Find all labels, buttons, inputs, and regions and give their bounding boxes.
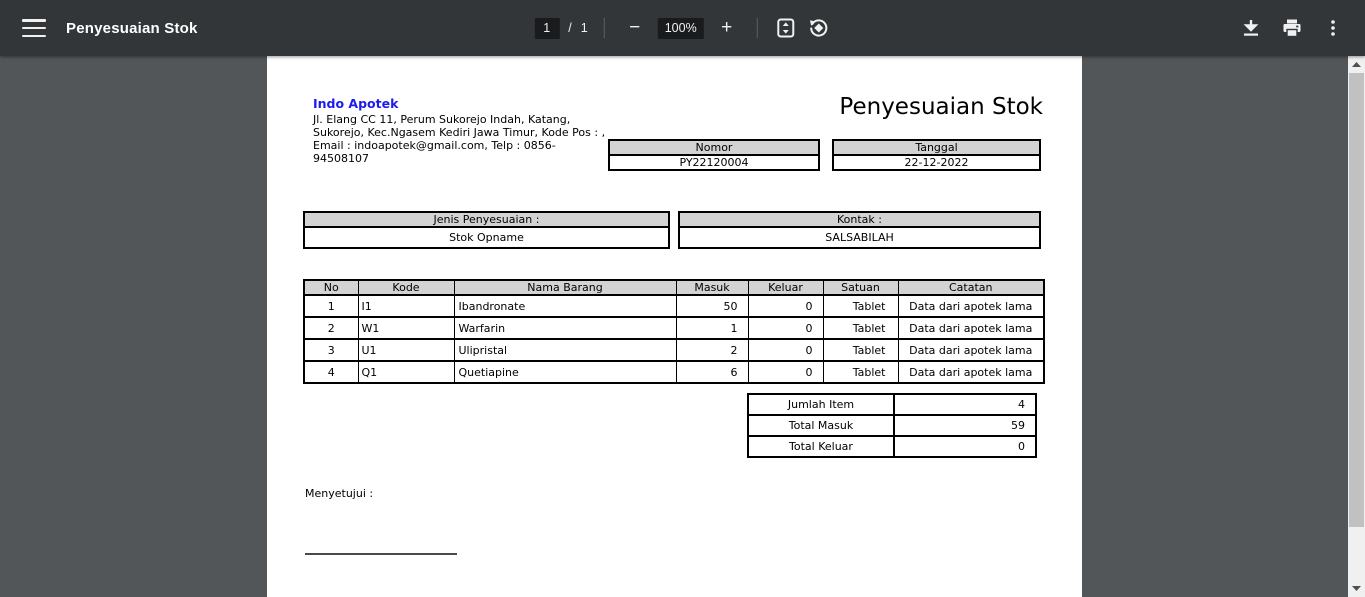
items-table: NoKodeNama BarangMasukKeluarSatuanCatata…: [303, 279, 1045, 384]
table-cell: Tablet: [823, 339, 898, 361]
total-label: Total Masuk: [748, 415, 894, 436]
document-page: Indo Apotek Jl. Elang CC 11, Perum Sukor…: [267, 56, 1082, 597]
zoom-level[interactable]: 100%: [658, 18, 704, 39]
table-cell: Tablet: [823, 317, 898, 339]
signature-line: [305, 553, 457, 555]
table-cell: Data dari apotek lama: [898, 317, 1044, 339]
nomor-label: Nomor: [609, 140, 819, 155]
zoom-in-button[interactable]: +: [713, 14, 741, 42]
more-options-icon[interactable]: [1321, 16, 1345, 40]
table-cell: 2: [304, 317, 358, 339]
nomor-value: PY22120004: [609, 155, 819, 170]
total-value: 4: [894, 394, 1036, 415]
total-value: 59: [894, 415, 1036, 436]
pdf-toolbar: Penyesuaian Stok / 1 − 100% +: [0, 0, 1365, 56]
kontak-label: Kontak :: [679, 212, 1040, 227]
tanggal-label: Tanggal: [833, 140, 1040, 155]
jenis-penyesuaian-box: Jenis Penyesuaian : Stok Opname: [303, 211, 670, 249]
report-title: Penyesuaian Stok: [839, 94, 1043, 120]
menu-icon[interactable]: [22, 19, 46, 37]
page-number-input[interactable]: [534, 18, 559, 39]
document-title: Penyesuaian Stok: [66, 20, 198, 37]
column-header: Keluar: [748, 280, 823, 295]
pdf-viewer-canvas: Indo Apotek Jl. Elang CC 11, Perum Sukor…: [0, 56, 1348, 597]
table-cell: Ulipristal: [454, 339, 676, 361]
items-header-row: NoKodeNama BarangMasukKeluarSatuanCatata…: [304, 280, 1044, 295]
table-row: 1I1Ibandronate500TabletData dari apotek …: [304, 295, 1044, 317]
nomor-box: Nomor PY22120004: [608, 139, 820, 171]
company-address: Jl. Elang CC 11, Perum Sukorejo Indah, K…: [313, 113, 611, 165]
print-icon[interactable]: [1280, 16, 1304, 40]
company-name: Indo Apotek: [313, 96, 398, 111]
total-value: 0: [894, 436, 1036, 457]
toolbar-separator: [757, 18, 758, 38]
table-cell: Ibandronate: [454, 295, 676, 317]
table-cell: 0: [748, 295, 823, 317]
tanggal-box: Tanggal 22-12-2022: [832, 139, 1041, 171]
table-cell: Q1: [358, 361, 454, 383]
column-header: Nama Barang: [454, 280, 676, 295]
jenis-value: Stok Opname: [304, 227, 669, 248]
totals-row: Jumlah Item4: [748, 394, 1036, 415]
page-total: 1: [581, 21, 588, 35]
scroll-up-icon[interactable]: [1348, 56, 1365, 73]
table-cell: 0: [748, 339, 823, 361]
tanggal-value: 22-12-2022: [833, 155, 1040, 170]
kontak-value: SALSABILAH: [679, 227, 1040, 248]
table-row: 2W1Warfarin10TabletData dari apotek lama: [304, 317, 1044, 339]
table-cell: Tablet: [823, 361, 898, 383]
table-cell: 3: [304, 339, 358, 361]
table-cell: 0: [748, 317, 823, 339]
fit-page-icon[interactable]: [774, 16, 798, 40]
table-cell: U1: [358, 339, 454, 361]
table-cell: Warfarin: [454, 317, 676, 339]
rotate-icon[interactable]: [807, 16, 831, 40]
table-cell: 0: [748, 361, 823, 383]
total-label: Total Keluar: [748, 436, 894, 457]
column-header: Kode: [358, 280, 454, 295]
table-cell: Data dari apotek lama: [898, 295, 1044, 317]
column-header: Masuk: [676, 280, 748, 295]
totals-table: Jumlah Item4Total Masuk59Total Keluar0: [747, 393, 1037, 458]
table-row: 3U1Ulipristal20TabletData dari apotek la…: [304, 339, 1044, 361]
table-cell: I1: [358, 295, 454, 317]
jenis-label: Jenis Penyesuaian :: [304, 212, 669, 227]
total-label: Jumlah Item: [748, 394, 894, 415]
items-tbody: 1I1Ibandronate500TabletData dari apotek …: [304, 295, 1044, 383]
download-icon[interactable]: [1239, 16, 1263, 40]
table-row: 4Q1Quetiapine60TabletData dari apotek la…: [304, 361, 1044, 383]
table-cell: 50: [676, 295, 748, 317]
table-cell: 4: [304, 361, 358, 383]
vertical-scrollbar[interactable]: [1348, 56, 1365, 597]
table-cell: Tablet: [823, 295, 898, 317]
page-divider: /: [568, 21, 571, 35]
table-cell: W1: [358, 317, 454, 339]
table-cell: Data dari apotek lama: [898, 339, 1044, 361]
approval-label: Menyetujui :: [305, 487, 373, 500]
table-cell: 1: [676, 317, 748, 339]
toolbar-separator: [604, 18, 605, 38]
column-header: Satuan: [823, 280, 898, 295]
table-cell: 2: [676, 339, 748, 361]
table-cell: 6: [676, 361, 748, 383]
scrollbar-thumb[interactable]: [1349, 73, 1364, 527]
table-cell: 1: [304, 295, 358, 317]
table-cell: Data dari apotek lama: [898, 361, 1044, 383]
scroll-down-icon[interactable]: [1348, 580, 1365, 597]
zoom-out-button[interactable]: −: [621, 14, 649, 42]
kontak-box: Kontak : SALSABILAH: [678, 211, 1041, 249]
table-cell: Quetiapine: [454, 361, 676, 383]
totals-tbody: Jumlah Item4Total Masuk59Total Keluar0: [748, 394, 1036, 457]
column-header: No: [304, 280, 358, 295]
totals-row: Total Keluar0: [748, 436, 1036, 457]
totals-row: Total Masuk59: [748, 415, 1036, 436]
column-header: Catatan: [898, 280, 1044, 295]
